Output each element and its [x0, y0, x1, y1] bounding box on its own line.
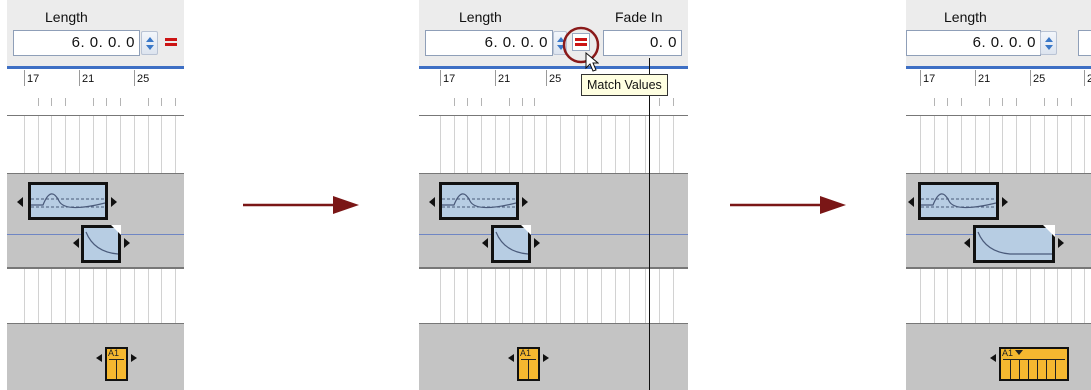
trim-left-icon[interactable]	[482, 238, 488, 248]
mouse-pointer-icon	[585, 52, 599, 72]
spinner-icon[interactable]	[141, 31, 158, 55]
trim-left-icon[interactable]	[73, 238, 79, 248]
fade-curve-icon	[495, 231, 528, 255]
trim-left-icon[interactable]	[429, 197, 435, 207]
ruler-label: 25	[549, 73, 562, 85]
trim-right-icon[interactable]	[124, 238, 130, 248]
header-area: Length 6. 0. 0. 0	[7, 0, 184, 66]
automation-clip[interactable]	[28, 182, 108, 220]
pattern-clip[interactable]: A1	[105, 347, 128, 381]
ruler-label: 17	[27, 73, 40, 85]
ruler-label: 25	[1033, 73, 1046, 85]
curve-icon	[442, 193, 516, 209]
trim-right-icon[interactable]	[522, 197, 528, 207]
timeline-ruler: 17 21 25	[7, 69, 184, 115]
track-empty	[7, 267, 184, 325]
ruler-label: 25	[137, 73, 150, 85]
clip-marker: A1	[520, 348, 532, 358]
trim-right-icon[interactable]	[1002, 197, 1008, 207]
ruler-label: 17	[923, 73, 936, 85]
ruler-label: 21	[82, 73, 95, 85]
pattern-clip[interactable]: A1	[999, 347, 1069, 381]
before-panel: Length 6. 0. 0. 0 17 21 25 A1	[7, 0, 184, 390]
track-empty	[419, 267, 688, 325]
trim-right-icon[interactable]	[131, 354, 137, 362]
length-field[interactable]: 6. 0. 0. 0	[13, 30, 140, 56]
clip-marker: A1	[1002, 348, 1014, 358]
right-arrow-icon	[730, 196, 846, 214]
fade-in-field-partial[interactable]	[1078, 30, 1091, 56]
after-panel: Length 6. 0. 0. 0 17 21 25 25	[906, 0, 1091, 390]
marker-dropdown-icon[interactable]	[1015, 350, 1023, 355]
ruler-label: 21	[978, 73, 991, 85]
timeline-ruler: 17 21 25 25	[906, 69, 1091, 115]
fade-clip[interactable]	[973, 225, 1055, 263]
fade-in-field[interactable]: 0. 0	[603, 30, 682, 56]
trim-right-icon[interactable]	[543, 354, 549, 362]
match-values-icon[interactable]	[162, 33, 180, 51]
curve-icon	[921, 193, 996, 209]
fade-curve-icon	[85, 231, 118, 255]
length-field[interactable]: 6. 0. 0. 0	[906, 30, 1041, 56]
trim-left-icon[interactable]	[17, 197, 23, 207]
trim-right-icon[interactable]	[534, 238, 540, 248]
length-label: Length	[944, 9, 987, 25]
track-empty	[906, 267, 1091, 325]
clip-marker: A1	[108, 348, 120, 358]
header-area: Length 6. 0. 0. 0	[906, 0, 1091, 66]
fade-in-label: Fade In	[615, 9, 663, 25]
track-empty	[7, 115, 184, 175]
automation-clip[interactable]	[918, 182, 999, 220]
ruler-label: 17	[443, 73, 456, 85]
playhead-line	[649, 58, 650, 390]
length-label: Length	[45, 9, 88, 25]
track-empty	[419, 115, 688, 175]
trim-left-icon[interactable]	[908, 197, 914, 207]
trim-left-icon[interactable]	[96, 354, 102, 362]
ruler-label: 21	[498, 73, 511, 85]
track-pattern	[419, 323, 688, 390]
length-field[interactable]: 6. 0. 0. 0	[425, 30, 553, 56]
trim-right-icon[interactable]	[111, 197, 117, 207]
spinner-icon[interactable]	[1040, 31, 1057, 55]
fade-clip[interactable]	[491, 225, 531, 263]
fade-curve-icon	[977, 231, 1052, 255]
pattern-clip[interactable]: A1	[517, 347, 540, 381]
header-area: Length Fade In 6. 0. 0. 0 0. 0	[419, 0, 688, 66]
ruler-label: 25	[1087, 73, 1091, 85]
trim-right-icon[interactable]	[1058, 238, 1064, 248]
right-arrow-icon	[243, 196, 359, 214]
trim-left-icon[interactable]	[964, 238, 970, 248]
length-label: Length	[459, 9, 502, 25]
during-panel: Length Fade In 6. 0. 0. 0 0. 0 17 21 25	[419, 0, 688, 390]
trim-left-icon[interactable]	[990, 354, 996, 362]
match-values-tooltip: Match Values	[581, 74, 668, 96]
trim-left-icon[interactable]	[508, 354, 514, 362]
track-empty	[906, 115, 1091, 175]
fade-clip[interactable]	[81, 225, 121, 263]
curve-icon	[31, 193, 105, 209]
automation-clip[interactable]	[439, 182, 519, 220]
